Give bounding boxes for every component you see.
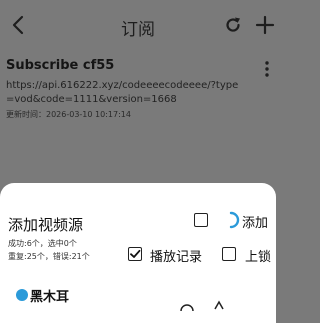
add-source-sheet: 添加视频源 成功:6个，选中0个 重复:25个，错误:21个 添加 播放记录 上…: [0, 183, 276, 323]
select-all-checkbox[interactable]: [194, 213, 208, 227]
subscription-name: Subscribe cf55: [6, 58, 115, 73]
add-icon[interactable]: [254, 14, 276, 36]
subscription-card[interactable]: Subscribe cf55 https://api.616222.xyz/co…: [0, 55, 276, 125]
play-history-checkbox[interactable]: [128, 247, 142, 261]
play-history-label[interactable]: 播放记录: [150, 246, 202, 265]
loading-spinner-icon: [229, 211, 240, 229]
sheet-title: 添加视频源: [8, 216, 84, 234]
more-vertical-icon[interactable]: [263, 60, 271, 78]
partial-icon[interactable]: [214, 300, 224, 310]
lock-label[interactable]: 上锁: [245, 246, 271, 265]
lock-checkbox[interactable]: [222, 247, 236, 261]
app-bar: 订阅: [0, 0, 276, 50]
stats-duplicate-error: 重复:25个，错误:21个: [8, 252, 90, 261]
subscription-url: https://api.616222.xyz/codeeeecodeeee/?t…: [6, 80, 239, 105]
stats-success-selected: 成功:6个，选中0个: [8, 239, 77, 248]
subscription-updated-time: 更新时间：2026-03-10 10:17:14: [6, 110, 131, 119]
checkmark-icon: [130, 249, 141, 258]
source-name: 黑木耳: [30, 290, 70, 305]
add-button[interactable]: 添加: [242, 212, 268, 231]
refresh-icon[interactable]: [224, 16, 242, 34]
source-list-item[interactable]: 黑木耳: [16, 286, 276, 316]
source-status-dot: [16, 289, 28, 301]
